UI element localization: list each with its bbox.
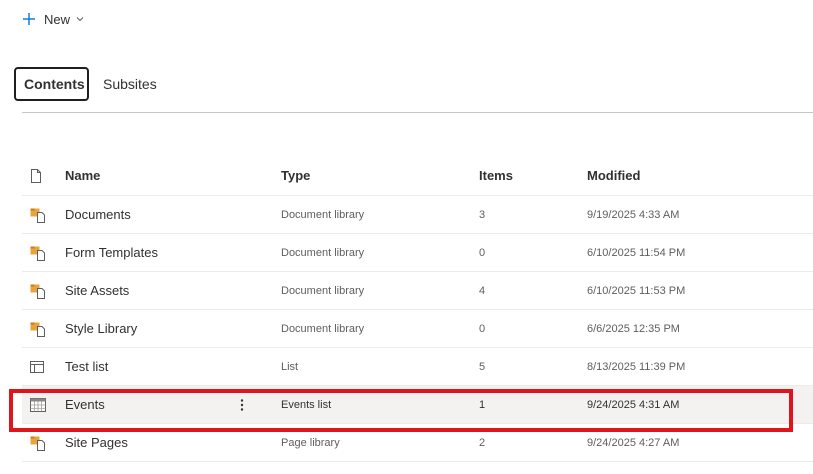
column-header-type[interactable]: Type (281, 156, 310, 195)
contents-table: Name Type Items Modified Documents Docum… (22, 156, 813, 462)
row-modified: 8/13/2025 11:39 PM (587, 360, 686, 373)
library-icon (30, 246, 45, 261)
file-type-header[interactable] (30, 156, 48, 195)
plus-icon (23, 13, 35, 25)
table-row[interactable]: Style Library Document library 0 6/6/202… (22, 310, 813, 348)
row-modified: 9/24/2025 4:27 AM (587, 436, 680, 449)
table-row[interactable]: Form Templates Document library 0 6/10/2… (22, 234, 813, 272)
row-items: 3 (479, 208, 486, 221)
row-name-link[interactable]: Test list (65, 348, 108, 385)
calendar-icon (30, 397, 46, 412)
column-header-name[interactable]: Name (65, 156, 100, 195)
table-row-selected[interactable]: Events Events list 1 9/24/2025 4:31 AM (22, 386, 813, 424)
row-type: Document library (281, 322, 365, 335)
tab-bar: Contents Subsites (14, 67, 165, 101)
row-type: Document library (281, 284, 365, 297)
column-header-items[interactable]: Items (479, 156, 513, 195)
row-type: Document library (281, 246, 365, 259)
row-name-link[interactable]: Site Assets (65, 272, 129, 309)
row-modified: 6/10/2025 11:53 PM (587, 284, 686, 297)
row-items: 5 (479, 360, 486, 373)
list-icon (30, 360, 44, 373)
row-name-link[interactable]: Documents (65, 196, 131, 233)
more-vertical-icon (240, 398, 244, 411)
row-items: 0 (479, 246, 486, 259)
row-type: Page library (281, 436, 340, 449)
row-type: List (281, 360, 299, 373)
table-row[interactable]: Site Pages Page library 2 9/24/2025 4:27… (22, 424, 813, 462)
document-icon (31, 168, 41, 183)
row-type: Document library (281, 208, 365, 221)
table-row[interactable]: Site Assets Document library 4 6/10/2025… (22, 272, 813, 310)
library-icon (30, 322, 45, 337)
column-header-modified[interactable]: Modified (587, 156, 640, 195)
library-icon (30, 436, 45, 451)
row-items: 2 (479, 436, 486, 449)
tab-contents[interactable]: Contents (14, 67, 89, 101)
row-name-link[interactable]: Style Library (65, 310, 137, 347)
row-name-link[interactable]: Form Templates (65, 234, 158, 271)
row-type: Events list (281, 398, 332, 411)
table-row[interactable]: Documents Document library 3 9/19/2025 4… (22, 196, 813, 234)
row-modified: 6/10/2025 11:54 PM (587, 246, 686, 259)
row-items: 0 (479, 322, 486, 335)
table-row[interactable]: Test list List 5 8/13/2025 11:39 PM (22, 348, 813, 386)
row-items: 4 (479, 284, 486, 297)
new-button-label: New (44, 11, 71, 27)
row-modified: 6/6/2025 12:35 PM (587, 322, 680, 335)
library-icon (30, 208, 45, 223)
row-modified: 9/19/2025 4:33 AM (587, 208, 680, 221)
row-items: 1 (479, 398, 486, 411)
more-actions-button[interactable] (234, 386, 250, 423)
new-button[interactable]: New (18, 6, 84, 32)
tab-subsites[interactable]: Subsites (95, 67, 165, 101)
chevron-down-icon (76, 17, 84, 22)
row-name-link[interactable]: Site Pages (65, 424, 128, 461)
tab-divider (22, 112, 813, 113)
row-modified: 9/24/2025 4:31 AM (587, 398, 680, 411)
row-name-link[interactable]: Events (65, 386, 105, 423)
library-icon (30, 284, 45, 299)
table-header-row: Name Type Items Modified (22, 156, 813, 196)
